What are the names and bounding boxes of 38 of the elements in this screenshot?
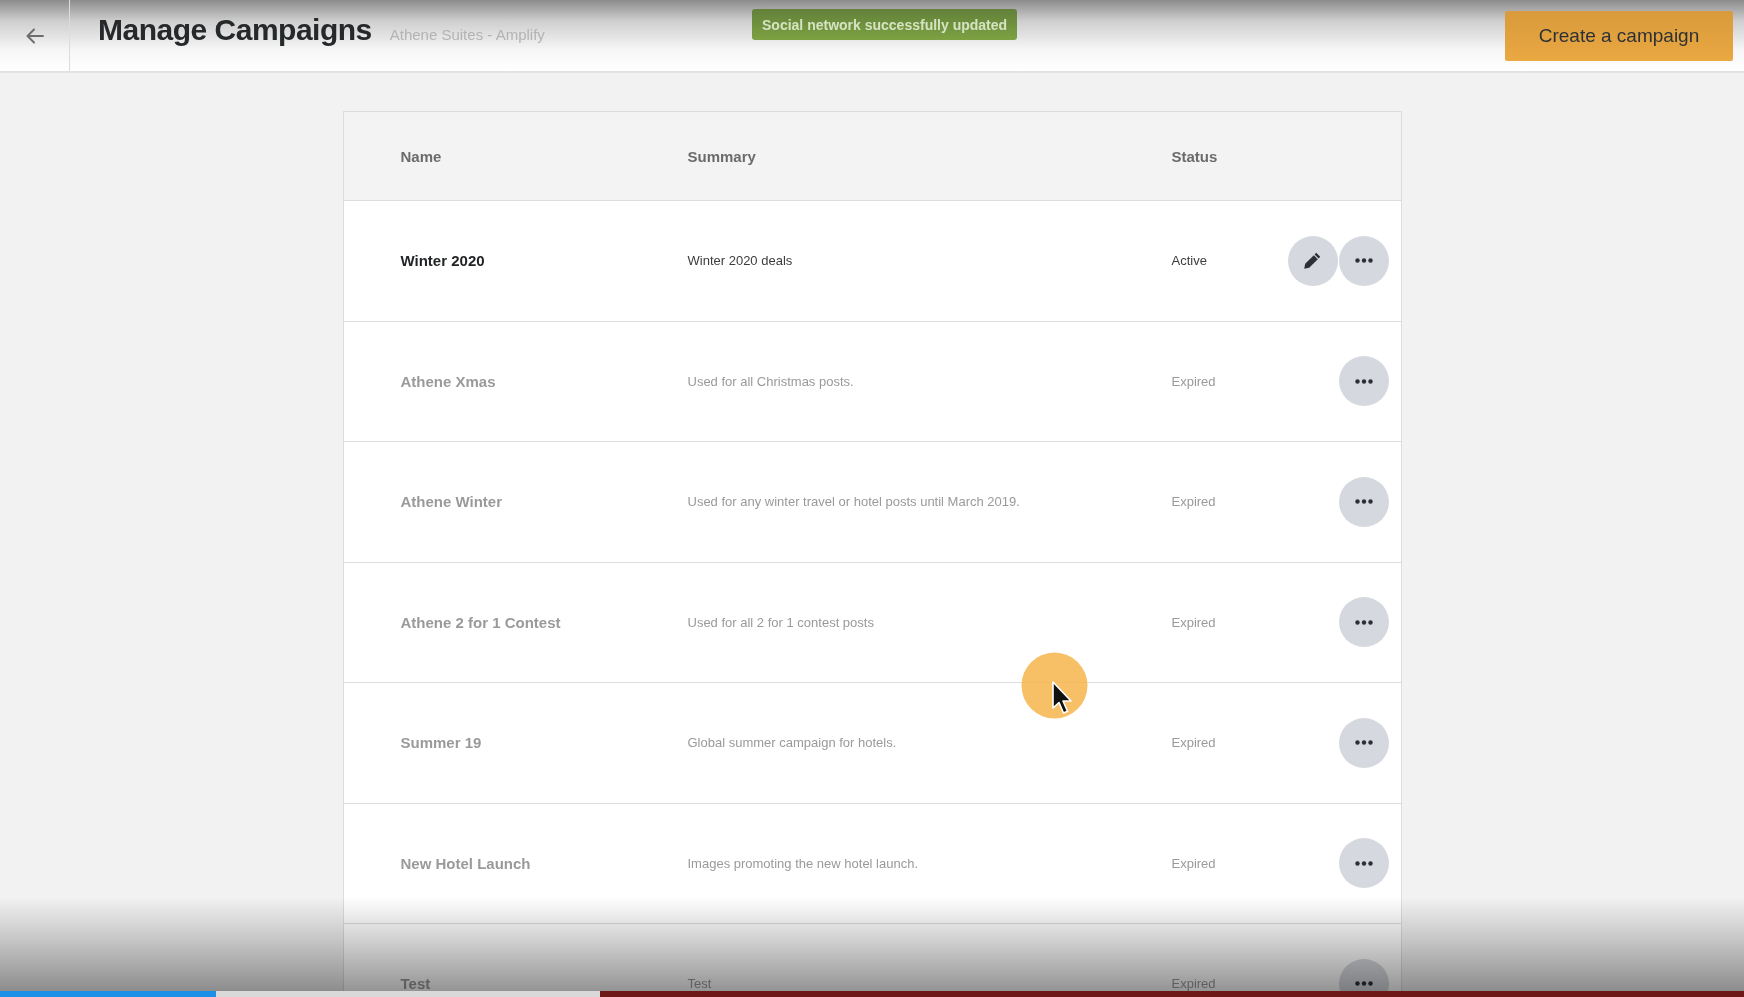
campaign-summary: Used for any winter travel or hotel posts until March 2019. <box>687 494 1020 510</box>
success-toast: Social network successfully updated <box>752 9 1018 40</box>
campaign-status: Active <box>1171 253 1207 269</box>
column-header: Summary <box>687 147 756 165</box>
column-header: Name <box>400 147 442 165</box>
more-dots-icon <box>1354 378 1373 384</box>
campaign-name: Winter 2020 <box>400 252 485 270</box>
campaign-summary: Used for all Christmas posts. <box>687 373 854 389</box>
campaign-name: Athene Xmas <box>400 372 496 390</box>
campaign-summary: Winter 2020 deals <box>687 253 793 269</box>
campaign-status: Expired <box>1171 614 1216 630</box>
pencil-icon <box>1304 252 1321 270</box>
more-dots-icon <box>1354 981 1373 987</box>
more-dots-icon <box>1354 860 1373 866</box>
campaign-status: Expired <box>1171 373 1216 389</box>
campaign-name: Test <box>400 975 431 991</box>
campaign-status: Expired <box>1171 494 1216 510</box>
more-dots-icon <box>1354 258 1373 264</box>
more-dots-icon <box>1354 619 1373 625</box>
column-header: Status <box>1171 147 1218 165</box>
campaign-status: Expired <box>1171 855 1216 871</box>
campaign-summary: Global summer campaign for hotels. <box>687 735 897 751</box>
campaign-name: Athene 2 for 1 Contest <box>400 613 561 631</box>
video-progress-bar[interactable] <box>0 991 1744 997</box>
campaign-name: Summer 19 <box>400 734 482 752</box>
page-title: Manage Campaigns <box>98 13 372 47</box>
more-dots-icon <box>1354 740 1373 746</box>
more-dots-icon <box>1354 499 1373 505</box>
campaign-summary: Used for all 2 for 1 contest posts <box>687 614 874 630</box>
cursor-highlight-icon <box>1021 652 1088 719</box>
back-arrow-icon <box>25 27 44 44</box>
campaign-status: Expired <box>1171 976 1216 991</box>
campaign-name: New Hotel Launch <box>400 854 531 872</box>
campaign-status: Expired <box>1171 735 1216 751</box>
create-campaign-button[interactable]: Create a campaign <box>1505 11 1733 61</box>
campaign-name: Athene Winter <box>400 493 503 511</box>
campaign-summary: Images promoting the new hotel launch. <box>687 855 919 871</box>
campaign-summary: Test <box>687 976 712 991</box>
